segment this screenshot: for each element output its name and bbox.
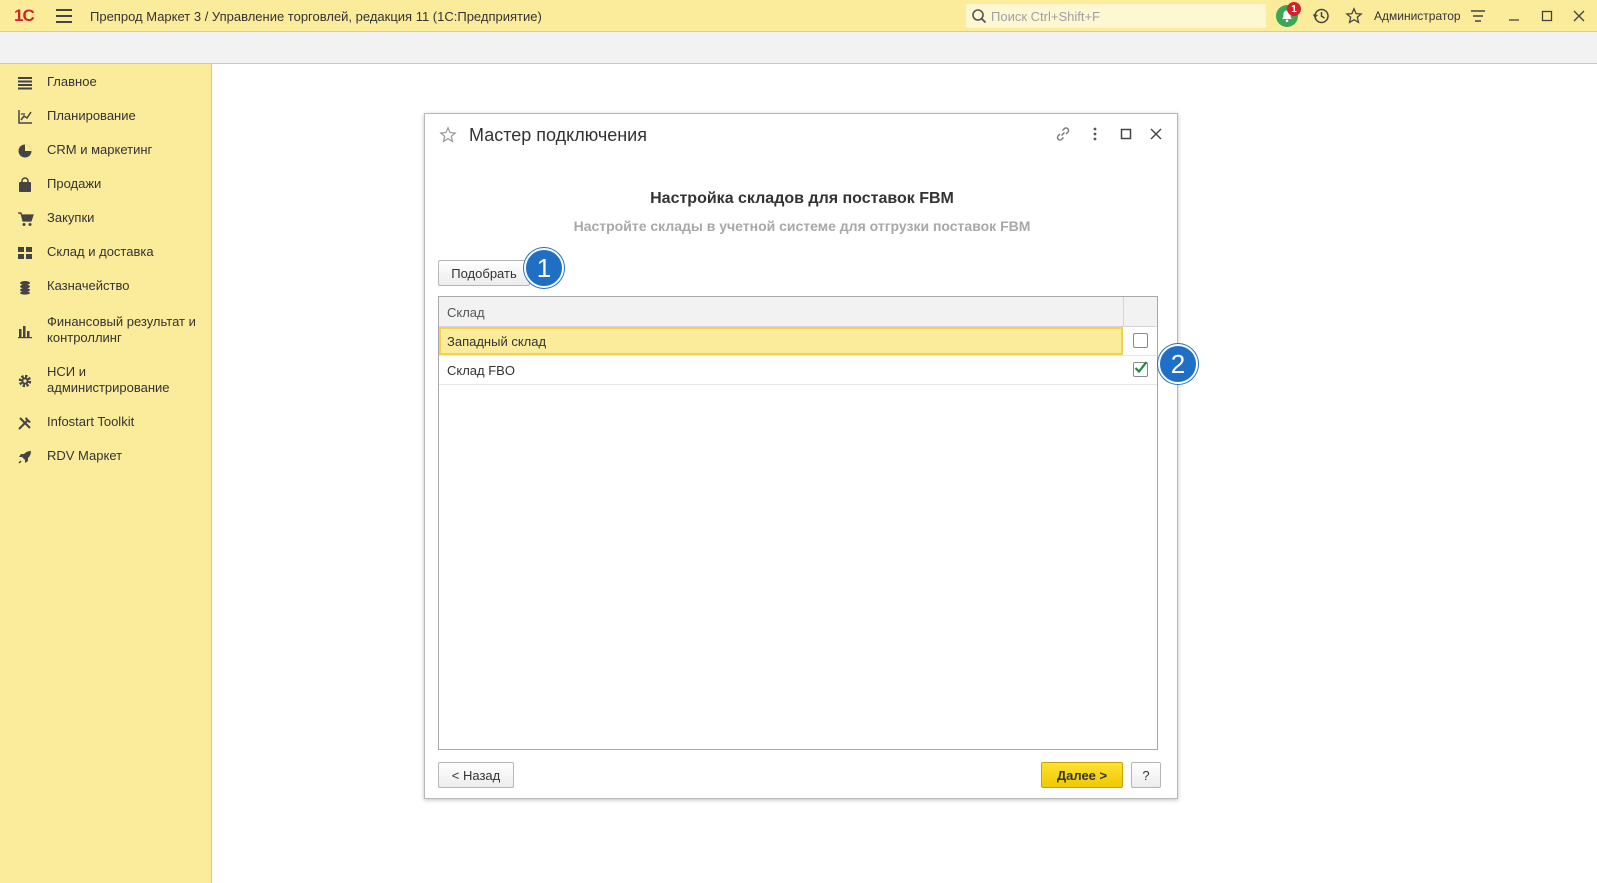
next-button[interactable]: Далее > [1041, 762, 1123, 788]
search-box[interactable] [966, 4, 1266, 28]
coins-icon [16, 278, 34, 296]
app-logo: 1С [14, 6, 35, 25]
sidebar-item-label: НСИ и администрирование [47, 364, 170, 395]
minimize-icon[interactable] [1504, 6, 1524, 26]
sidebar-item-label: Казначейство [47, 278, 130, 293]
step-subheading: Настройте склады в учетной системе для о… [573, 218, 1031, 234]
history-icon[interactable] [1311, 6, 1331, 26]
search-icon [972, 9, 987, 24]
user-name[interactable]: Администратор [1374, 9, 1461, 23]
settings-menu-icon[interactable] [1468, 6, 1488, 26]
callout-marker-1: 1 [524, 248, 564, 288]
tool-strip [0, 32, 1597, 64]
close-dialog-icon[interactable] [1146, 124, 1166, 144]
sidebar: Главное Планирование CRM и маркетинг Про… [0, 64, 212, 883]
maximize-dialog-icon[interactable] [1116, 124, 1136, 144]
warehouse-grid-icon [16, 244, 34, 262]
back-button[interactable]: < Назад [438, 762, 514, 788]
warehouse-name-cell[interactable]: Западный склад [439, 327, 1123, 355]
column-header-warehouse[interactable]: Склад [447, 305, 485, 320]
planning-chart-icon [16, 108, 34, 126]
bar-chart-icon [16, 322, 34, 340]
maximize-icon[interactable] [1537, 6, 1557, 26]
link-icon[interactable] [1053, 124, 1073, 144]
menu-list-icon [16, 74, 34, 92]
checkmark-icon [1134, 361, 1148, 374]
rocket-icon [16, 448, 34, 466]
row-checkbox[interactable] [1133, 361, 1148, 377]
gear-icon [16, 372, 34, 390]
sidebar-item-label: Планирование [47, 108, 136, 123]
sidebar-item-label: Закупки [47, 210, 95, 225]
sidebar-item-label: Infostart Toolkit [47, 414, 135, 429]
row-checkbox[interactable] [1133, 333, 1148, 348]
app-title: Препрод Маркет 3 / Управление торговлей,… [90, 9, 542, 24]
sidebar-item-label: Финансовый результат и контроллинг [47, 314, 196, 345]
more-options-icon[interactable] [1085, 124, 1105, 144]
sidebar-item-label: Склад и доставка [47, 244, 154, 259]
connection-wizard-dialog: Мастер подключения Настройка складов для… [424, 113, 1198, 799]
shopping-bag-icon [16, 176, 34, 194]
warehouse-table: Склад Западный склад Склад FBO [438, 296, 1158, 750]
table-header: Склад [439, 297, 1157, 327]
pick-button[interactable]: Подобрать [438, 260, 530, 286]
notifications-badge: 1 [1287, 2, 1301, 16]
step-heading: Настройка складов для поставок FBM [650, 190, 954, 207]
table-row[interactable]: Западный склад [439, 327, 1157, 356]
sidebar-item-label: CRM и маркетинг [47, 142, 153, 157]
help-button[interactable]: ? [1131, 762, 1161, 788]
favorites-star-icon[interactable] [1344, 6, 1364, 26]
close-window-icon[interactable] [1569, 6, 1589, 26]
cart-icon [16, 210, 34, 228]
main-menu-icon[interactable] [56, 9, 72, 23]
tools-icon [16, 414, 34, 432]
title-bar: 1С Препрод Маркет 3 / Управление торговл… [0, 0, 1597, 32]
callout-marker-2: 2 [1158, 344, 1198, 384]
sidebar-item-label: Продажи [47, 176, 102, 191]
pie-chart-icon [16, 142, 34, 160]
dialog-title: Мастер подключения [469, 125, 647, 145]
table-row[interactable]: Склад FBO [439, 356, 1157, 385]
search-input[interactable] [991, 8, 1251, 24]
sidebar-item-label: RDV Маркет [47, 448, 123, 463]
favorite-star-icon[interactable] [439, 126, 457, 147]
warehouse-name-cell[interactable]: Склад FBO [439, 356, 1123, 384]
sidebar-item-label: Главное [47, 74, 97, 89]
